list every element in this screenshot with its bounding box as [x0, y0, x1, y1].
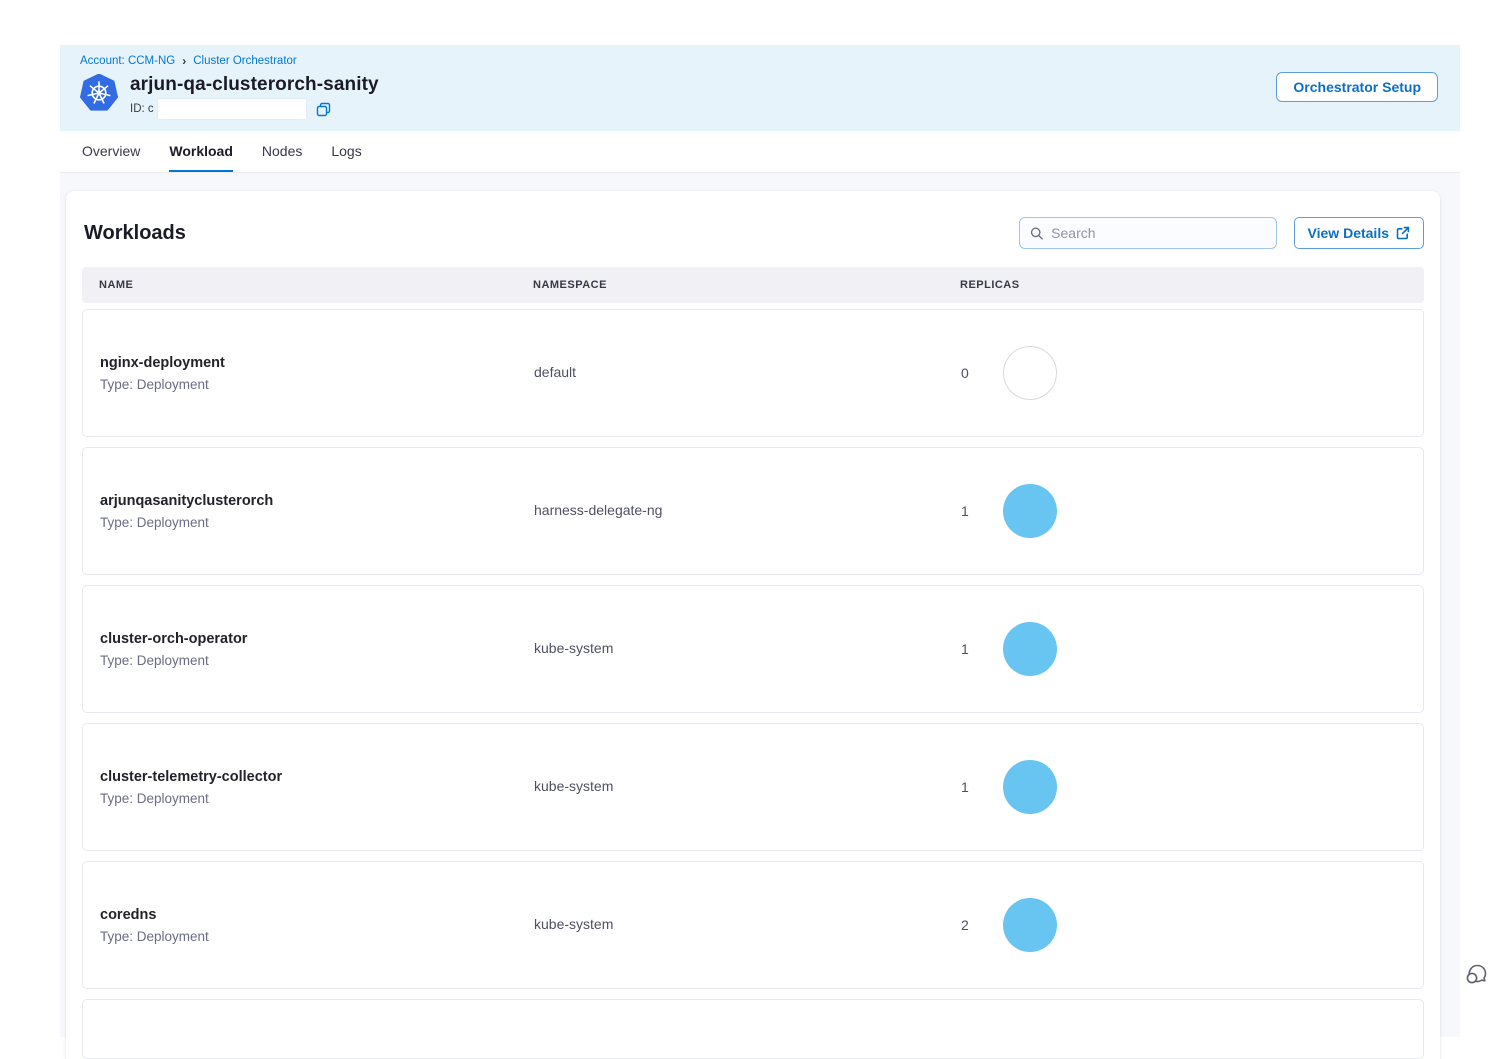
- replica-count: 1: [961, 641, 971, 657]
- search-box[interactable]: [1019, 217, 1277, 249]
- tab-overview[interactable]: Overview: [82, 143, 140, 172]
- app-container: Account: CCM-NG › Cluster Orchestrator: [60, 45, 1460, 1037]
- replica-count: 2: [961, 917, 971, 933]
- tab-nodes[interactable]: Nodes: [262, 143, 302, 172]
- workload-rows: nginx-deployment Type: Deployment defaul…: [82, 309, 1424, 1059]
- workload-type: Type: Deployment: [100, 515, 534, 530]
- table-row[interactable]: arjunqasanityclusterorch Type: Deploymen…: [82, 447, 1424, 575]
- workload-namespace: kube-system: [534, 640, 613, 656]
- column-header-name: NAME: [99, 279, 533, 291]
- replica-status-circle: [1003, 898, 1057, 952]
- workload-type: Type: Deployment: [100, 653, 534, 668]
- replica-status-circle: [1003, 760, 1057, 814]
- table-row[interactable]: coredns Type: Deployment kube-system 2: [82, 861, 1424, 989]
- column-header-replicas: REPLICAS: [960, 279, 1407, 291]
- cluster-id-redacted: [158, 99, 306, 119]
- workload-namespace: default: [534, 364, 576, 380]
- external-link-icon: [1396, 226, 1410, 240]
- workload-name: nginx-deployment: [100, 355, 534, 371]
- table-row[interactable]: cluster-orch-operator Type: Deployment k…: [82, 585, 1424, 713]
- chat-bubble-icon[interactable]: [1464, 960, 1490, 986]
- breadcrumb-separator-icon: ›: [182, 55, 186, 67]
- workload-namespace: kube-system: [534, 778, 613, 794]
- page-header: Account: CCM-NG › Cluster Orchestrator: [60, 45, 1460, 131]
- workload-namespace: harness-delegate-ng: [534, 502, 662, 518]
- tab-logs[interactable]: Logs: [331, 143, 361, 172]
- page-title: arjun-qa-clusterorch-sanity: [130, 74, 379, 96]
- breadcrumb-account[interactable]: Account: CCM-NG: [80, 55, 175, 67]
- workload-name: cluster-orch-operator: [100, 631, 534, 647]
- search-input[interactable]: [1051, 225, 1265, 241]
- table-row-partial[interactable]: [82, 999, 1424, 1059]
- tab-workload[interactable]: Workload: [169, 143, 233, 172]
- replica-count: 1: [961, 503, 971, 519]
- replica-status-circle: [1003, 484, 1057, 538]
- workloads-title: Workloads: [84, 222, 186, 245]
- view-details-label: View Details: [1308, 225, 1389, 241]
- breadcrumb: Account: CCM-NG › Cluster Orchestrator: [80, 55, 1438, 67]
- cluster-id-label: ID: c: [130, 103, 154, 115]
- replica-status-circle: [1003, 622, 1057, 676]
- replica-count: 0: [961, 365, 971, 381]
- content-area: Workloads View Details: [60, 173, 1460, 1037]
- breadcrumb-cluster-orchestrator[interactable]: Cluster Orchestrator: [193, 55, 297, 67]
- copy-icon[interactable]: [316, 102, 331, 117]
- workload-type: Type: Deployment: [100, 929, 534, 944]
- search-icon: [1030, 226, 1044, 241]
- workload-type: Type: Deployment: [100, 377, 534, 392]
- replica-count: 1: [961, 779, 971, 795]
- replica-status-circle: [1003, 346, 1057, 400]
- kubernetes-icon: [80, 74, 118, 112]
- table-header: NAME NAMESPACE REPLICAS: [82, 267, 1424, 303]
- workload-type: Type: Deployment: [100, 791, 534, 806]
- table-row[interactable]: nginx-deployment Type: Deployment defaul…: [82, 309, 1424, 437]
- orchestrator-setup-button[interactable]: Orchestrator Setup: [1276, 72, 1438, 102]
- view-details-button[interactable]: View Details: [1294, 217, 1424, 249]
- workloads-card: Workloads View Details: [66, 191, 1440, 1059]
- workload-name: cluster-telemetry-collector: [100, 769, 534, 785]
- column-header-namespace: NAMESPACE: [533, 279, 960, 291]
- workload-name: coredns: [100, 907, 534, 923]
- workload-name: arjunqasanityclusterorch: [100, 493, 534, 509]
- tab-bar: Overview Workload Nodes Logs: [60, 131, 1460, 173]
- workload-namespace: kube-system: [534, 916, 613, 932]
- table-row[interactable]: cluster-telemetry-collector Type: Deploy…: [82, 723, 1424, 851]
